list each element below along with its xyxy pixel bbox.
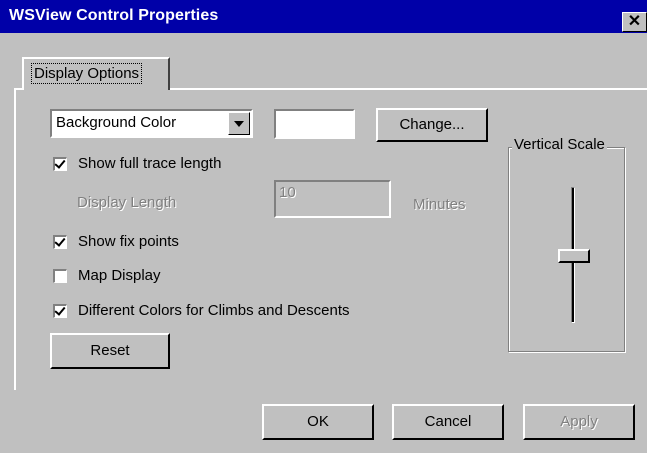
tab-display-options[interactable]: Display Options xyxy=(22,57,170,90)
display-length-label: Display Length xyxy=(77,194,177,211)
vertical-scale-title: Vertical Scale xyxy=(512,136,607,153)
window-title: WSView Control Properties xyxy=(9,7,219,24)
display-length-value: 10 xyxy=(279,184,296,201)
vertical-scale-thumb[interactable] xyxy=(558,249,590,263)
color-swatch xyxy=(274,109,355,139)
chevron-down-icon[interactable] xyxy=(228,112,250,135)
title-bar[interactable]: WSView Control Properties ✕ xyxy=(0,0,647,33)
show-full-trace-checkbox[interactable] xyxy=(53,157,67,171)
different-colors-label: Different Colors for Climbs and Descents xyxy=(78,302,350,319)
change-color-button[interactable]: Change... xyxy=(376,108,488,142)
ok-button[interactable]: OK xyxy=(262,404,374,440)
map-display-label: Map Display xyxy=(78,267,161,284)
close-icon[interactable]: ✕ xyxy=(622,12,647,32)
show-full-trace-label: Show full trace length xyxy=(78,155,222,172)
color-target-select[interactable]: Background Color xyxy=(50,109,253,138)
properties-dialog: WSView Control Properties ✕ Display Opti… xyxy=(0,0,647,453)
display-length-input[interactable]: 10 xyxy=(274,180,391,218)
apply-button[interactable]: Apply xyxy=(523,404,635,440)
show-fix-points-label: Show fix points xyxy=(78,233,179,250)
different-colors-checkbox[interactable] xyxy=(53,304,67,318)
show-fix-points-checkbox[interactable] xyxy=(53,235,67,249)
cancel-button[interactable]: Cancel xyxy=(392,404,504,440)
tab-label: Display Options xyxy=(31,63,143,84)
color-target-value: Background Color xyxy=(56,114,177,131)
minutes-unit-label: Minutes xyxy=(413,196,466,213)
reset-button[interactable]: Reset xyxy=(50,333,170,369)
map-display-checkbox[interactable] xyxy=(53,269,67,283)
